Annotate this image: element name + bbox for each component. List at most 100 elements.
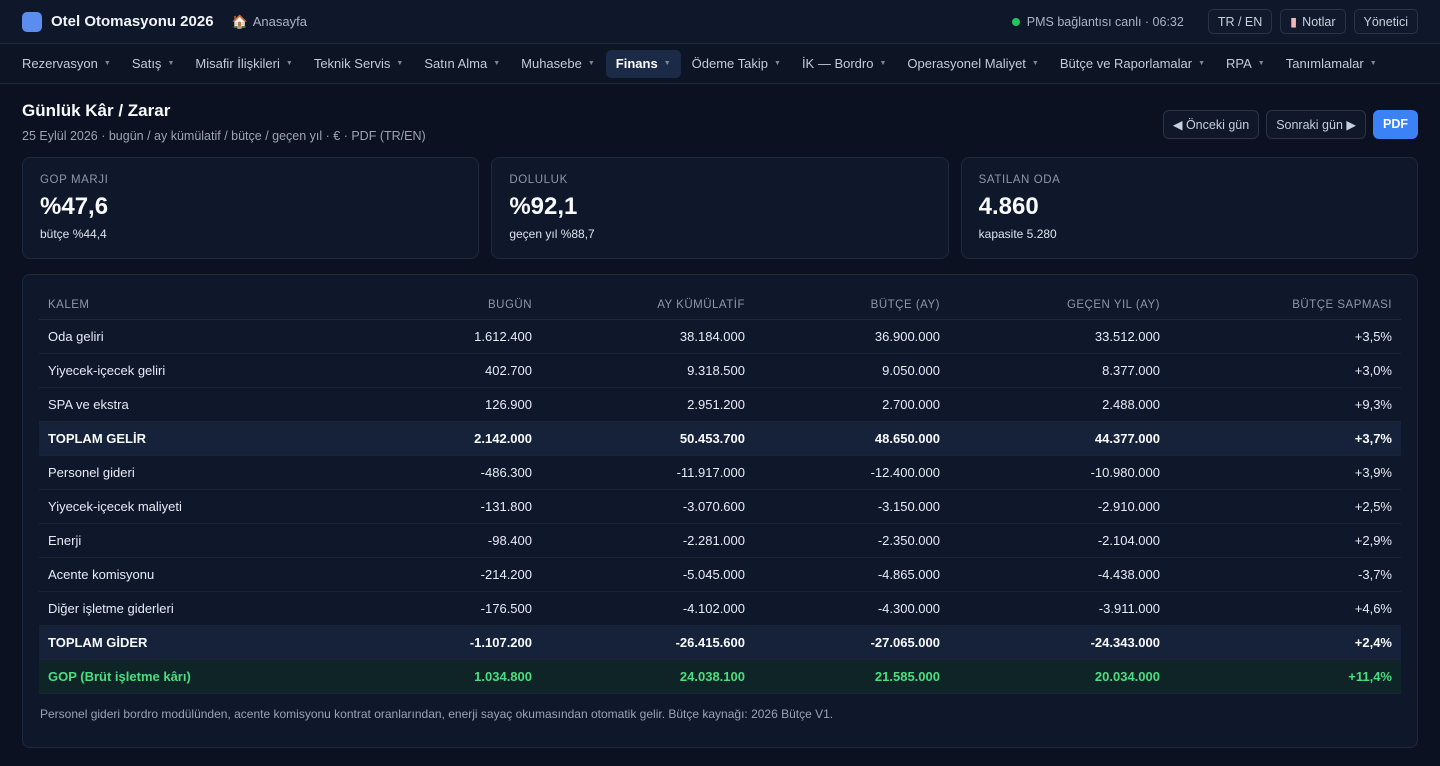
caret-down-icon: ▼ — [879, 60, 887, 67]
column-header: BÜTÇE (AY) — [754, 291, 949, 320]
nav-item-tanimlamalar[interactable]: Tanımlamalar ▼ — [1276, 50, 1387, 78]
caret-down-icon: ▼ — [167, 60, 175, 67]
table-cell: 2.700.000 — [754, 387, 949, 422]
status-dot-icon — [1011, 17, 1020, 26]
pms-status-text: PMS bağlantısı canlı · 06:32 — [1026, 14, 1184, 29]
nav-item-butce-raporlamalar[interactable]: Bütçe ve Raporlamalar ▼ — [1050, 50, 1215, 78]
nav-item-operasyonel-maliyet[interactable]: Operasyonel Maliyet ▼ — [897, 50, 1048, 78]
caret-down-icon: ▼ — [1031, 60, 1039, 67]
table-cell: -2.350.000 — [754, 523, 949, 558]
nav-item-ik-bordro[interactable]: İK — Bordro ▼ — [792, 50, 896, 78]
nav-item-rpa[interactable]: RPA ▼ — [1216, 50, 1275, 78]
kpi-card-occupancy: DOLULUK %92,1 geçen yıl %88,7 — [491, 157, 949, 259]
home-link[interactable]: 🏠 Anasayfa — [232, 14, 307, 30]
table-cell: 126.900 — [339, 387, 541, 422]
table-cell: -3,7% — [1169, 557, 1401, 592]
nav-label: Satış — [131, 56, 162, 71]
table-cell: -24.343.000 — [949, 625, 1169, 660]
table-body: Oda geliri 1.612.400 38.184.000 36.900.000 3… — [39, 319, 1401, 694]
language-toggle[interactable]: TR / EN — [1207, 9, 1273, 34]
pdf-button[interactable]: PDF — [1373, 109, 1418, 139]
nav-item-satis[interactable]: Satış ▼ — [122, 50, 185, 78]
table-cell: -214.200 — [339, 557, 541, 592]
table-cell: -3.070.600 — [541, 489, 754, 524]
table-cell: 33.512.000 — [949, 319, 1169, 354]
top-bar: Otel Otomasyonu 2026 🏠 Anasayfa PMS bağl… — [0, 0, 1440, 44]
page-header: Günlük Kâr / Zarar 25 Eylül 2026 · bugün… — [0, 84, 1440, 143]
kpi-sub: kapasite 5.280 — [978, 227, 1057, 241]
table-cell: +4,6% — [1169, 591, 1401, 626]
table-cell: -3.150.000 — [754, 489, 949, 524]
nav-label: Finans — [615, 56, 658, 71]
nav-label: Operasyonel Maliyet — [907, 56, 1026, 71]
page-title-block: Günlük Kâr / Zarar 25 Eylül 2026 · bugün… — [22, 101, 426, 143]
pnl-card: KALEM BUGÜN AY KÜMÜLATİF BÜTÇE (AY) GEÇE… — [22, 274, 1418, 748]
table-cell: -4.102.000 — [541, 591, 754, 626]
nav-label: Satın Alma — [424, 56, 488, 71]
nav-item-satin-alma[interactable]: Satın Alma ▼ — [414, 50, 510, 78]
page-title: Günlük Kâr / Zarar — [22, 101, 171, 120]
table-cell: +3,0% — [1169, 353, 1401, 388]
table-cell: -11.917.000 — [541, 455, 754, 490]
table-cell: -4.300.000 — [754, 591, 949, 626]
table-row: Acente komisyonu -214.200 -5.045.000 -4.865… — [39, 557, 1401, 592]
next-day-button[interactable]: Sonraki gün ▶ — [1266, 109, 1366, 139]
nav-item-odeme-takip[interactable]: Ödeme Takip ▼ — [682, 50, 791, 78]
table-cell: 44.377.000 — [949, 421, 1169, 456]
caret-down-icon: ▼ — [774, 60, 781, 67]
row-label: Oda geliri — [39, 319, 339, 354]
table-row: TOPLAM GELİR 2.142.000 50.453.700 48.650.00… — [39, 421, 1401, 456]
table-row: Oda geliri 1.612.400 38.184.000 36.900.000 3… — [39, 319, 1401, 354]
notes-label: Notlar — [1302, 14, 1336, 29]
user-menu[interactable]: Yönetici — [1353, 9, 1418, 34]
column-header: BUGÜN — [339, 291, 541, 320]
kpi-row: GOP MARJI %47,6 bütçe %44,4 DOLULUK %92,… — [0, 157, 1440, 259]
caret-down-icon: ▼ — [1257, 60, 1265, 67]
kpi-sub: bütçe %44,4 — [40, 227, 107, 241]
table-header-row: KALEM BUGÜN AY KÜMÜLATİF BÜTÇE (AY) GEÇE… — [39, 291, 1401, 320]
home-label: Anasayfa — [252, 14, 307, 29]
table-cell: 1.034.800 — [339, 659, 541, 694]
nav-label: RPA — [1226, 56, 1252, 71]
table-cell: 402.700 — [339, 353, 541, 388]
nav-label: İK — Bordro — [801, 56, 874, 71]
column-header: GEÇEN YIL (AY) — [949, 291, 1169, 320]
page-subtitle: 25 Eylül 2026 · bugün / ay kümülatif / b… — [22, 129, 426, 143]
table-cell: +2,5% — [1169, 489, 1401, 524]
nav-label: Rezervasyon — [22, 56, 98, 71]
nav-item-teknik-servis[interactable]: Teknik Servis ▼ — [304, 50, 414, 78]
caret-down-icon: ▼ — [493, 60, 501, 67]
table-cell: -26.415.600 — [541, 625, 754, 660]
table-row: Yiyecek-içecek geliri 402.700 9.318.500 9.0… — [39, 353, 1401, 388]
notes-button[interactable]: ▮ Notlar — [1280, 9, 1346, 34]
pnl-table: KALEM BUGÜN AY KÜMÜLATİF BÜTÇE (AY) GEÇE… — [39, 291, 1401, 694]
caret-down-icon: ▼ — [285, 60, 293, 67]
kpi-value: 4.860 — [978, 193, 1039, 220]
nav-item-rezervasyon[interactable]: Rezervasyon ▼ — [12, 50, 121, 78]
row-label: Diğer işletme giderleri — [39, 591, 339, 626]
table-cell: -2.281.000 — [541, 523, 754, 558]
table-cell: +9,3% — [1169, 387, 1401, 422]
kpi-label: DOLULUK — [509, 174, 568, 186]
kpi-label: SATILAN ODA — [978, 174, 1061, 186]
table-cell: +3,5% — [1169, 319, 1401, 354]
table-cell: -10.980.000 — [949, 455, 1169, 490]
kpi-value: %92,1 — [509, 193, 578, 220]
nav-item-muhasebe[interactable]: Muhasebe ▼ — [511, 50, 605, 78]
previous-day-button[interactable]: ◀ Önceki gün — [1162, 109, 1260, 139]
table-cell: 2.951.200 — [541, 387, 754, 422]
note-icon: ▮ — [1290, 15, 1298, 29]
table-cell: +3,9% — [1169, 455, 1401, 490]
table-cell: 2.142.000 — [339, 421, 541, 456]
kpi-card-rooms-sold: SATILAN ODA 4.860 kapasite 5.280 — [960, 157, 1418, 259]
column-header: AY KÜMÜLATİF — [541, 291, 754, 320]
table-cell: -3.911.000 — [949, 591, 1169, 626]
row-label: TOPLAM GİDER — [39, 625, 339, 660]
table-cell: +2,9% — [1169, 523, 1401, 558]
table-cell: -4.865.000 — [754, 557, 949, 592]
nav-item-misafir-iliskileri[interactable]: Misafir İlişkileri ▼ — [185, 50, 302, 78]
table-row: SPA ve ekstra 126.900 2.951.200 2.700.000 2.… — [39, 387, 1401, 422]
nav-item-finans[interactable]: Finans ▼ — [605, 49, 681, 78]
caret-down-icon: ▼ — [663, 60, 671, 67]
table-cell: -176.500 — [339, 591, 541, 626]
